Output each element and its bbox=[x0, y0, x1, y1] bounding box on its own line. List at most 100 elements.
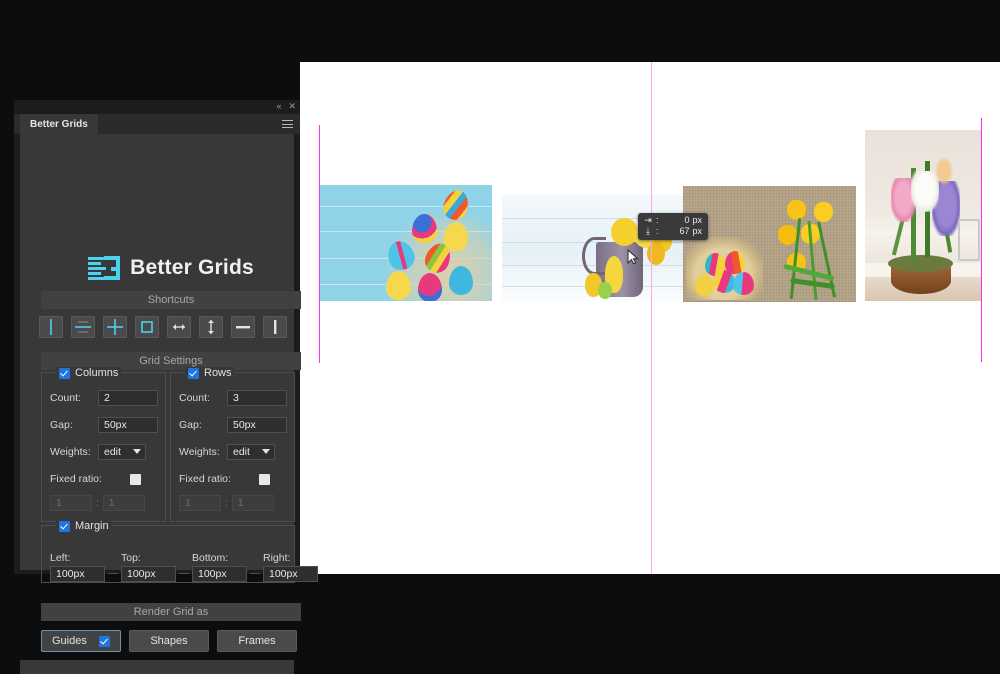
rows-enabled-checkbox[interactable] bbox=[188, 367, 199, 379]
columns-count-label: Count: bbox=[50, 392, 81, 404]
panel-footer bbox=[20, 660, 294, 674]
shortcut-horizontal-center-line[interactable] bbox=[71, 316, 95, 338]
delta-y-unit: px bbox=[692, 226, 703, 236]
columns-gap-row: Gap: 50px bbox=[50, 416, 160, 434]
photo-easter-eggs-on-blue-wood[interactable] bbox=[319, 185, 492, 301]
photo-nest-eggs-and-tulips[interactable] bbox=[683, 186, 856, 302]
columns-enabled-checkbox[interactable] bbox=[59, 367, 70, 379]
columns-gap-label: Gap: bbox=[50, 419, 73, 431]
delta-y-value: 67 bbox=[679, 226, 690, 236]
margin-label: Margin bbox=[75, 520, 109, 532]
section-shortcuts-header: Shortcuts bbox=[41, 291, 301, 309]
shortcut-vertical-center-line[interactable] bbox=[39, 316, 63, 338]
rows-count-row: Count: 3 bbox=[179, 389, 289, 407]
guide-right bbox=[981, 118, 982, 362]
columns-weights-value: edit bbox=[104, 446, 121, 458]
panel-titlebar: « ✕ bbox=[14, 100, 300, 114]
margin-bottom-input[interactable]: 100px bbox=[192, 566, 247, 582]
columns-header: Columns bbox=[56, 367, 122, 379]
rows-header: Rows bbox=[185, 367, 235, 379]
render-frames-button[interactable]: Frames bbox=[217, 630, 297, 652]
better-grids-panel: « ✕ Better Grids Better Grids Shortcuts bbox=[14, 100, 318, 674]
margin-header: Margin bbox=[56, 520, 112, 532]
rows-weights-label: Weights: bbox=[179, 446, 220, 458]
delta-y-icon: ⤓ bbox=[646, 226, 650, 236]
rows-ratio-a-input[interactable]: 1 bbox=[179, 495, 221, 511]
rows-gap-label: Gap: bbox=[179, 419, 202, 431]
columns-count-input[interactable]: 2 bbox=[98, 390, 158, 406]
rows-fixed-ratio-label: Fixed ratio: bbox=[179, 473, 231, 485]
tooltip-colon: : bbox=[656, 215, 659, 225]
rows-count-input[interactable]: 3 bbox=[227, 390, 287, 406]
rows-gap-input[interactable]: 50px bbox=[227, 417, 287, 433]
render-guides-checkbox[interactable] bbox=[99, 636, 110, 647]
margin-bottom-col: Bottom: 100px bbox=[192, 552, 247, 582]
tooltip-dx-row: ⇥ : 0 px bbox=[643, 215, 702, 226]
rows-fixed-ratio-checkbox[interactable] bbox=[259, 473, 270, 485]
chevron-down-icon-rows bbox=[262, 449, 270, 454]
margin-top-col: Top: 100px bbox=[121, 552, 176, 582]
guide-center bbox=[651, 62, 652, 574]
render-shapes-label: Shapes bbox=[150, 635, 188, 647]
rows-weights-select[interactable]: edit bbox=[227, 444, 275, 460]
columns-weights-row: Weights: edit bbox=[50, 443, 160, 461]
hamburger-menu-icon[interactable] bbox=[282, 120, 293, 128]
margin-top-label: Top: bbox=[121, 552, 141, 564]
columns-fixed-ratio-row: Fixed ratio: bbox=[50, 470, 160, 488]
render-button-row: Guides Shapes Frames bbox=[41, 630, 297, 652]
margin-right-input[interactable]: 100px bbox=[263, 566, 318, 582]
measurement-tooltip: ⇥ : 0 px ⤓ : 67 px bbox=[638, 213, 709, 240]
tab-better-grids[interactable]: Better Grids bbox=[20, 114, 98, 134]
columns-ratio-a-input[interactable]: 1 bbox=[50, 495, 92, 511]
tooltip-dy-row: ⤓ : 67 px bbox=[643, 226, 702, 237]
rows-ratio-colon: : bbox=[225, 497, 228, 509]
render-guides-label: Guides bbox=[52, 635, 87, 647]
margin-top-input[interactable]: 100px bbox=[121, 566, 176, 582]
better-grids-logo-icon bbox=[88, 256, 121, 280]
columns-count-row: Count: 2 bbox=[50, 389, 160, 407]
chevron-down-icon bbox=[133, 449, 141, 454]
shortcut-vertical-bar[interactable] bbox=[263, 316, 287, 338]
margin-enabled-checkbox[interactable] bbox=[59, 520, 70, 532]
columns-group: Columns Count: 2 Gap: 50px Weights: edit… bbox=[41, 367, 166, 522]
rows-label: Rows bbox=[204, 367, 232, 379]
margin-fields: Left: 100px — Top: 100px — Bottom: 100px… bbox=[50, 552, 318, 582]
render-guides-button[interactable]: Guides bbox=[41, 630, 121, 652]
margin-left-label: Left: bbox=[50, 552, 71, 564]
close-icon[interactable]: ✕ bbox=[288, 102, 296, 111]
shortcut-vertical-arrows[interactable] bbox=[199, 316, 223, 338]
columns-fixed-ratio-label: Fixed ratio: bbox=[50, 473, 102, 485]
tooltip-colon-2: : bbox=[656, 226, 659, 236]
columns-ratio-b-input[interactable]: 1 bbox=[102, 495, 145, 511]
guide-left bbox=[319, 125, 320, 363]
columns-weights-select[interactable]: edit bbox=[98, 444, 146, 460]
delta-x-icon: ⇥ bbox=[644, 215, 652, 225]
render-shapes-button[interactable]: Shapes bbox=[129, 630, 209, 652]
rows-ratio-b-input[interactable]: 1 bbox=[231, 495, 274, 511]
rows-ratio-row: 1 : 1 bbox=[179, 495, 274, 511]
photo-bunnies-in-bucket[interactable] bbox=[502, 195, 683, 301]
app-root: ⇥ : 0 px ⤓ : 67 px « ✕ Better Grids Bett… bbox=[0, 0, 1000, 674]
rows-count-label: Count: bbox=[179, 392, 210, 404]
margin-group: Margin Left: 100px — Top: 100px — Bottom… bbox=[41, 520, 318, 583]
panel-logo: Better Grids bbox=[34, 248, 308, 288]
document-canvas[interactable]: ⇥ : 0 px ⤓ : 67 px bbox=[300, 62, 1000, 574]
margin-bottom-label: Bottom: bbox=[192, 552, 229, 564]
collapse-icon[interactable]: « bbox=[276, 102, 281, 111]
columns-fixed-ratio-checkbox[interactable] bbox=[130, 473, 141, 485]
shortcut-button-row bbox=[39, 316, 287, 338]
panel-tabstrip: Better Grids bbox=[14, 114, 300, 134]
shortcut-horizontal-bar[interactable] bbox=[231, 316, 255, 338]
shortcut-horizontal-arrows[interactable] bbox=[167, 316, 191, 338]
margin-left-col: Left: 100px bbox=[50, 552, 105, 582]
margin-left-input[interactable]: 100px bbox=[50, 566, 105, 582]
columns-gap-input[interactable]: 50px bbox=[98, 417, 158, 433]
columns-ratio-row: 1 : 1 bbox=[50, 495, 145, 511]
rows-gap-row: Gap: 50px bbox=[179, 416, 289, 434]
shortcut-cross-center-lines[interactable] bbox=[103, 316, 127, 338]
render-frames-label: Frames bbox=[238, 635, 276, 647]
shortcut-rectangle-outline[interactable] bbox=[135, 316, 159, 338]
delta-x-unit: px bbox=[692, 215, 703, 225]
photo-spring-flower-bowl[interactable] bbox=[865, 130, 981, 301]
rows-weights-value: edit bbox=[233, 446, 250, 458]
